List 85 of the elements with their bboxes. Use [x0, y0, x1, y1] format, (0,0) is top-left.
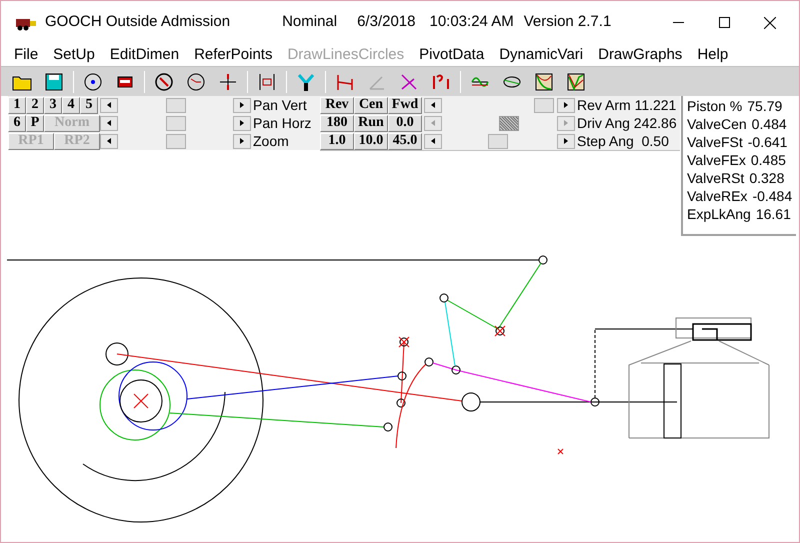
maximize-icon — [718, 17, 730, 28]
scroll-right-button[interactable] — [233, 134, 251, 148]
mode-label: Nominal — [282, 12, 338, 32]
slider-thumb[interactable] — [534, 98, 554, 112]
panel-button[interactable]: 4 — [62, 96, 80, 114]
circle-dial-icon — [153, 70, 175, 92]
slider-thumb[interactable] — [166, 98, 186, 112]
left-arrow-icon — [107, 102, 111, 108]
panel-button[interactable]: 2 — [26, 96, 44, 114]
left-arrow-icon — [431, 120, 435, 126]
window-title: GOOCH Outside Admission — [45, 12, 230, 32]
slider-label: Driv Ang 242.86 — [577, 114, 677, 133]
readout-label: ValveCen — [687, 114, 747, 134]
readout-value: 75.79 — [747, 96, 782, 116]
menu-item[interactable]: PivotData — [412, 44, 492, 66]
scroll-left-button[interactable] — [100, 116, 118, 130]
slider-label: Step Ang 0.50 — [577, 132, 669, 151]
right-arrow-icon — [240, 138, 244, 144]
scroll-right-button[interactable] — [557, 134, 575, 148]
menu-item[interactable]: EditDimen — [102, 44, 186, 66]
menu-item[interactable]: SetUp — [46, 44, 102, 66]
scroll-left-button[interactable] — [424, 134, 442, 148]
readout-label: Piston % — [687, 96, 742, 116]
readout-label: ValveFSt — [687, 132, 743, 152]
date-label: 6/3/2018 — [357, 12, 416, 32]
left-arrow-icon — [431, 138, 435, 144]
panel-button[interactable]: P — [26, 114, 44, 132]
panel-button[interactable]: Fwd — [388, 96, 422, 114]
slider-label: Rev Arm 11.221 — [577, 96, 676, 114]
scroll-right-button[interactable] — [233, 98, 251, 112]
readout-label: ExpLkAng — [687, 204, 751, 224]
right-arrow-icon — [240, 120, 244, 126]
slider-thumb[interactable] — [166, 116, 186, 130]
menu-item[interactable]: DynamicVari — [492, 44, 590, 66]
circle-pointer-icon — [185, 70, 207, 92]
left-arrow-icon — [107, 138, 111, 144]
floppy-icon — [43, 70, 65, 92]
scroll-right-button[interactable] — [233, 116, 251, 130]
panel-button[interactable]: 6 — [8, 114, 26, 132]
menu-item[interactable]: Help — [690, 44, 736, 66]
panel-button[interactable]: Rev — [320, 96, 354, 114]
panel-button[interactable]: 0.0 — [388, 114, 422, 132]
slider-thumb[interactable] — [488, 134, 508, 148]
panel-button[interactable]: Run — [354, 114, 388, 132]
left-arrow-icon — [431, 102, 435, 108]
scroll-left-button[interactable] — [100, 98, 118, 112]
panel-button[interactable]: 3 — [44, 96, 62, 114]
scroll-left-button[interactable] — [100, 134, 118, 148]
menu-item[interactable]: File — [7, 44, 46, 66]
readout-value: 0.484 — [752, 114, 787, 134]
panel-button[interactable]: Cen — [354, 96, 388, 114]
right-arrow-icon — [564, 138, 568, 144]
readout-label: ValveRSt — [687, 168, 744, 188]
curve-graph-icon — [565, 70, 587, 92]
right-arrow-icon — [564, 102, 568, 108]
version-label: Version 2.7.1 — [524, 12, 612, 32]
panel-button[interactable]: 5 — [80, 96, 98, 114]
curve-graph-icon — [533, 70, 555, 92]
slider-thumb[interactable] — [166, 134, 186, 148]
slider-label: Pan Horz — [253, 114, 312, 132]
readout-value: -0.484 — [752, 186, 792, 206]
time-label: 10:03:24 AM — [429, 12, 514, 32]
readout-value: 16.61 — [756, 204, 791, 224]
readout-label: ValveREx — [687, 186, 748, 206]
left-arrow-icon — [107, 120, 111, 126]
panel-button[interactable]: 10.0 — [354, 132, 388, 150]
menu-item[interactable]: ReferPoints — [187, 44, 280, 66]
panel-button[interactable]: 45.0 — [388, 132, 422, 150]
panel-button[interactable]: 1 — [8, 96, 26, 114]
scroll-left-button[interactable] — [424, 98, 442, 112]
disc-icon — [82, 70, 104, 92]
right-arrow-icon — [564, 120, 568, 126]
minimize-icon — [672, 22, 684, 23]
slider-label: Zoom — [253, 132, 289, 150]
slider-label: Pan Vert — [253, 96, 307, 114]
readout-value: 0.328 — [749, 168, 784, 188]
readout-value: -0.641 — [748, 132, 788, 152]
menu-item[interactable]: DrawGraphs — [591, 44, 690, 66]
panel-button[interactable]: 180 — [320, 114, 354, 132]
readout-value: 0.485 — [750, 150, 786, 170]
close-icon — [764, 16, 776, 28]
panel-button[interactable]: 1.0 — [320, 132, 354, 150]
right-arrow-icon — [240, 102, 244, 108]
readout-label: ValveFEx — [687, 150, 746, 170]
scroll-right-button[interactable] — [557, 98, 575, 112]
